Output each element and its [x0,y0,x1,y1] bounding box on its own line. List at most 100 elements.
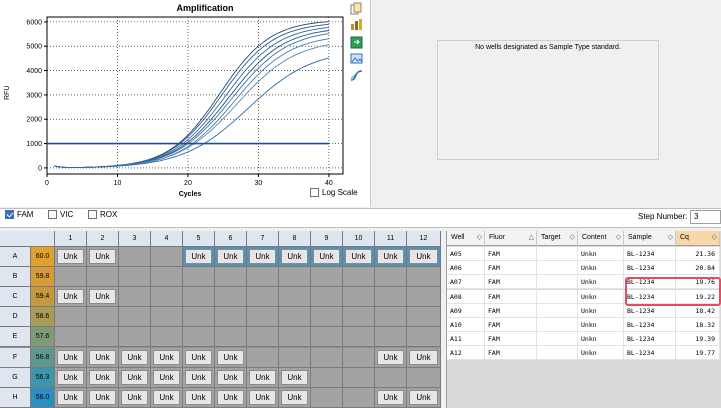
well-F1[interactable]: Unk [55,347,87,368]
well-B12[interactable] [407,267,441,288]
well-G3[interactable]: Unk [119,367,151,388]
column-header-fluor[interactable]: Fluor △ [485,231,537,246]
well-B11[interactable] [375,267,407,288]
well-C10[interactable] [343,287,375,308]
well-F12[interactable]: Unk [407,347,441,368]
well-D10[interactable] [343,307,375,328]
column-header-5[interactable]: 5 [183,231,215,247]
well-A8[interactable]: Unk [279,247,311,268]
well-F2[interactable]: Unk [87,347,119,368]
column-header-12[interactable]: 12 [407,231,441,247]
well-E1[interactable] [55,327,87,348]
well-B10[interactable] [343,267,375,288]
column-header-9[interactable]: 9 [311,231,343,247]
well-C1[interactable]: Unk [55,287,87,308]
log-scale-box[interactable] [310,188,319,197]
well-E2[interactable] [87,327,119,348]
column-header-3[interactable]: 3 [119,231,151,247]
well-F10[interactable] [343,347,375,368]
well-C6[interactable] [215,287,247,308]
well-B8[interactable] [279,267,311,288]
well-F9[interactable] [311,347,343,368]
well-A4[interactable] [151,247,183,268]
well-B7[interactable] [247,267,279,288]
column-header-7[interactable]: 7 [247,231,279,247]
rox-filter[interactable]: ROX [88,210,117,219]
row-header-D[interactable]: D [0,307,31,328]
well-H2[interactable]: Unk [87,387,119,408]
column-header-8[interactable]: 8 [279,231,311,247]
well-H10[interactable] [343,387,375,408]
well-G7[interactable]: Unk [247,367,279,388]
sort-icon[interactable]: ◇ [616,231,621,245]
well-D8[interactable] [279,307,311,328]
well-C3[interactable] [119,287,151,308]
well-B2[interactable] [87,267,119,288]
well-F7[interactable] [247,347,279,368]
row-header-C[interactable]: C [0,287,31,308]
fam-checkbox[interactable] [5,210,14,219]
column-header-4[interactable]: 4 [151,231,183,247]
column-header-2[interactable]: 2 [87,231,119,247]
row-header-B[interactable]: B [0,267,31,288]
well-E3[interactable] [119,327,151,348]
sort-icon[interactable]: △ [529,231,534,245]
well-H11[interactable]: Unk [375,387,407,408]
well-A11[interactable]: Unk [375,247,407,268]
sort-icon[interactable]: ◇ [570,231,575,245]
well-C8[interactable] [279,287,311,308]
well-B5[interactable] [183,267,215,288]
well-B9[interactable] [311,267,343,288]
row-header-E[interactable]: E [0,327,31,348]
well-F3[interactable]: Unk [119,347,151,368]
well-A2[interactable]: Unk [87,247,119,268]
well-E5[interactable] [183,327,215,348]
well-E4[interactable] [151,327,183,348]
row-header-A[interactable]: A [0,247,31,268]
well-B4[interactable] [151,267,183,288]
row-header-F[interactable]: F [0,347,31,368]
well-E7[interactable] [247,327,279,348]
well-A5[interactable]: Unk [183,247,215,268]
row-header-G[interactable]: G [0,367,31,388]
well-C4[interactable] [151,287,183,308]
table-row[interactable]: A12 FAM Unkn BL-1234 19.77 [447,346,720,361]
well-D5[interactable] [183,307,215,328]
column-header-sample[interactable]: Sample ◇ [624,231,676,246]
well-H7[interactable]: Unk [247,387,279,408]
sort-icon[interactable]: ◇ [668,231,673,245]
well-H3[interactable]: Unk [119,387,151,408]
sort-icon[interactable]: ◇ [477,231,482,245]
well-D7[interactable] [247,307,279,328]
column-header-content[interactable]: Content ◇ [578,231,624,246]
well-H4[interactable]: Unk [151,387,183,408]
well-C2[interactable]: Unk [87,287,119,308]
well-G8[interactable]: Unk [279,367,311,388]
column-header-well[interactable]: Well ◇ [447,231,485,246]
well-G1[interactable]: Unk [55,367,87,388]
well-C5[interactable] [183,287,215,308]
well-H1[interactable]: Unk [55,387,87,408]
image-export-icon[interactable] [350,52,363,65]
table-row[interactable]: A05 FAM Unkn BL-1234 21.36 [447,247,720,261]
column-header-cq[interactable]: Cq ◇ [676,231,720,246]
well-B3[interactable] [119,267,151,288]
well-D9[interactable] [311,307,343,328]
well-A10[interactable]: Unk [343,247,375,268]
well-G6[interactable]: Unk [215,367,247,388]
well-F6[interactable]: Unk [215,347,247,368]
log-scale-checkbox[interactable]: Log Scale [310,188,358,197]
well-E9[interactable] [311,327,343,348]
well-C7[interactable] [247,287,279,308]
well-A6[interactable]: Unk [215,247,247,268]
chart-settings-icon[interactable] [350,18,363,31]
well-G11[interactable] [375,367,407,388]
well-A3[interactable] [119,247,151,268]
well-E10[interactable] [343,327,375,348]
well-G2[interactable]: Unk [87,367,119,388]
well-D11[interactable] [375,307,407,328]
well-D6[interactable] [215,307,247,328]
well-D3[interactable] [119,307,151,328]
export-icon[interactable] [350,36,363,49]
well-F11[interactable]: Unk [375,347,407,368]
